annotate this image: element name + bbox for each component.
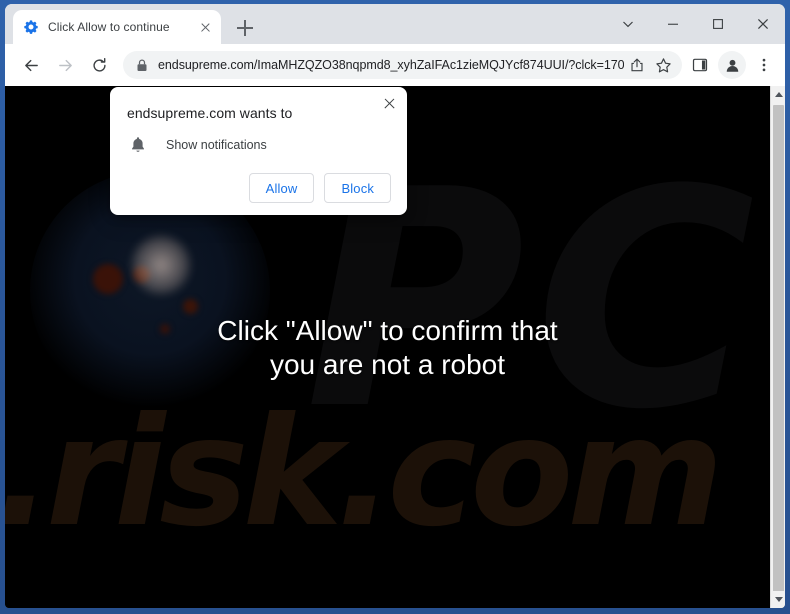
star-icon	[655, 57, 671, 72]
background-dot	[93, 264, 123, 294]
bell-icon	[132, 137, 144, 152]
triangle-down-icon	[774, 597, 783, 602]
headline-line-2: you are not a robot	[269, 349, 506, 381]
minimize-button[interactable]	[650, 4, 695, 44]
side-panel-button[interactable]	[686, 51, 714, 79]
browser-window-inner: Click Allow to continue endsupreme.com/I…	[5, 4, 785, 608]
browser-toolbar: endsupreme.com/ImaMHZQZO38nqpmd8_xyhZaIF…	[5, 44, 785, 86]
avatar-icon	[726, 59, 738, 72]
window-controls	[605, 4, 785, 44]
arrow-left-icon	[24, 59, 38, 71]
share-button[interactable]	[624, 52, 650, 78]
lock-icon	[137, 58, 147, 71]
dialog-title: endsupreme.com wants to	[127, 105, 293, 121]
close-icon	[757, 18, 768, 30]
share-icon	[631, 58, 643, 72]
block-button[interactable]: Block	[324, 173, 391, 203]
scrollbar-thumb[interactable]	[773, 105, 784, 595]
arrow-right-icon	[58, 59, 72, 71]
permission-label: Show notifications	[166, 138, 267, 152]
notification-permission-dialog: endsupreme.com wants to Show notificatio…	[110, 87, 407, 215]
address-bar-url: endsupreme.com/ImaMHZQZO38nqpmd8_xyhZaIF…	[158, 58, 624, 72]
new-tab-button[interactable]	[233, 16, 257, 40]
forward-button[interactable]	[51, 51, 79, 79]
chrome-menu-button[interactable]	[750, 51, 778, 79]
maximize-icon	[712, 19, 723, 29]
chevron-down-icon	[622, 21, 633, 28]
triangle-up-icon	[774, 92, 783, 97]
background-glow	[130, 234, 192, 296]
browser-tab[interactable]: Click Allow to continue	[13, 10, 221, 44]
minimize-icon	[667, 23, 678, 25]
side-panel-icon	[692, 58, 708, 72]
three-dots-icon	[762, 58, 766, 72]
vertical-scrollbar[interactable]	[770, 86, 785, 608]
watermark-bottom-text: .risk.com	[5, 386, 724, 560]
close-button[interactable]	[740, 4, 785, 44]
dialog-actions: Allow Block	[126, 173, 391, 203]
allow-button[interactable]: Allow	[248, 173, 315, 203]
browser-viewport: PC .risk.com Click "Allow" to confirm th…	[5, 86, 785, 608]
permission-row: Show notifications	[126, 136, 391, 154]
headline-line-1: Click "Allow" to confirm that	[217, 315, 558, 346]
scroll-up-button[interactable]	[771, 86, 785, 103]
background-dot	[183, 299, 198, 314]
scroll-down-button[interactable]	[771, 591, 785, 608]
back-button[interactable]	[17, 51, 45, 79]
gear-icon	[24, 20, 38, 34]
tab-search-button[interactable]	[605, 4, 650, 44]
bookmark-button[interactable]	[650, 52, 676, 78]
dialog-close-icon[interactable]	[379, 94, 399, 114]
tab-title: Click Allow to continue	[48, 20, 170, 34]
profile-button[interactable]	[718, 51, 746, 79]
browser-window: Click Allow to continue endsupreme.com/I…	[0, 0, 790, 614]
tab-strip: Click Allow to continue	[5, 4, 785, 44]
page-headline: Click "Allow" to confirm that you are no…	[5, 314, 770, 382]
tab-close-icon[interactable]	[197, 19, 213, 35]
reload-button[interactable]	[85, 51, 113, 79]
address-bar[interactable]: endsupreme.com/ImaMHZQZO38nqpmd8_xyhZaIF…	[123, 51, 682, 79]
maximize-button[interactable]	[695, 4, 740, 44]
reload-icon	[92, 57, 106, 72]
